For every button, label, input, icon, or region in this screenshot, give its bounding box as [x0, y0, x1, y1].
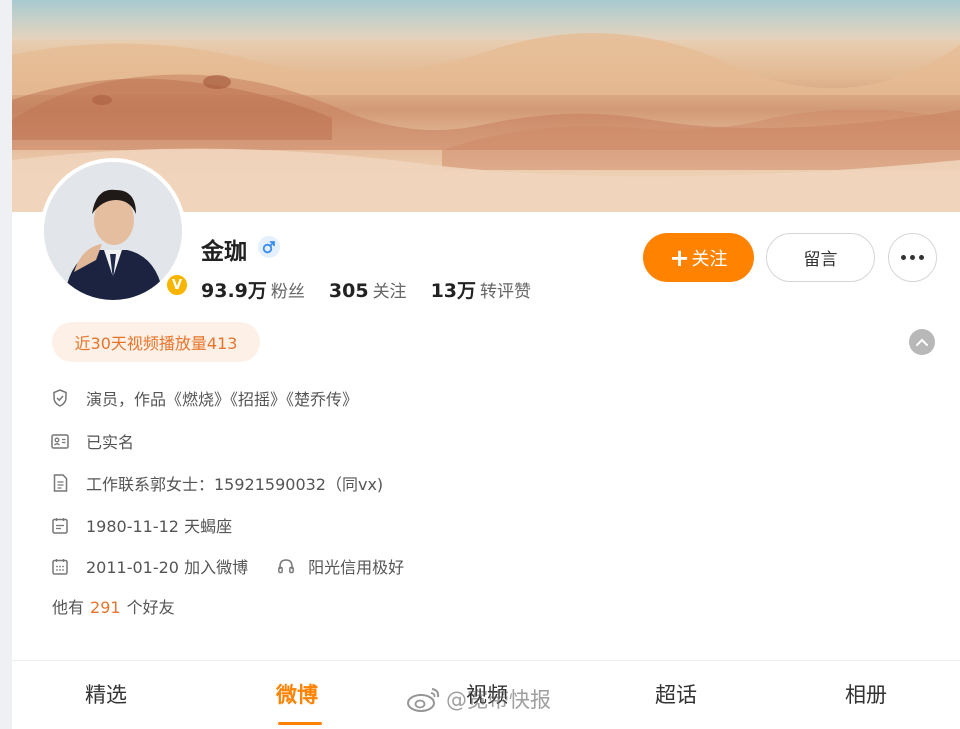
watermark-text: @宽带快报	[446, 688, 551, 712]
friends-prefix: 他有	[52, 598, 85, 617]
calendar-icon	[50, 515, 70, 535]
active-tab-indicator	[278, 722, 322, 725]
stat-interactions[interactable]: 13万 转评赞	[431, 276, 531, 303]
plus-icon: +	[669, 243, 690, 272]
info-text: 演员，作品《燃烧》《招摇》《楚乔传》	[86, 390, 359, 409]
credit-text[interactable]: 阳光信用极好	[308, 554, 404, 578]
friends-count-row[interactable]: 他有 291 个好友	[52, 594, 175, 618]
collapse-button[interactable]	[909, 329, 935, 355]
stat-followers[interactable]: 93.9万 粉丝	[201, 276, 305, 303]
info-row-contact: 工作联系郭女士：15921590032（同vx)	[50, 471, 383, 495]
dot-icon	[901, 255, 906, 260]
interactions-label: 转评赞	[480, 282, 532, 302]
following-count: 305	[328, 280, 369, 302]
video-views-pill[interactable]: 近30天视频播放量413	[52, 322, 260, 362]
headset-icon	[276, 556, 296, 576]
shield-check-icon	[50, 388, 70, 408]
friends-count: 291	[90, 598, 121, 617]
tab-weibo[interactable]: 微博	[276, 679, 318, 709]
message-button[interactable]: 留言	[766, 233, 875, 282]
dot-icon	[919, 255, 924, 260]
tab-featured[interactable]: 精选	[85, 679, 127, 709]
chevron-up-icon	[916, 338, 928, 346]
follow-label: 关注	[691, 248, 728, 270]
tab-album[interactable]: 相册	[845, 679, 887, 709]
weibo-logo-icon	[407, 688, 440, 712]
info-text: 2011-01-20 加入微博	[86, 558, 249, 577]
calendar-grid-icon	[50, 556, 70, 576]
profile-name: 金珈	[201, 239, 247, 265]
info-text: 1980-11-12 天蝎座	[86, 517, 233, 536]
profile-stats: 93.9万 粉丝 305 关注 13万 转评赞	[201, 276, 555, 303]
document-icon	[50, 473, 70, 493]
info-row-birthday: 1980-11-12 天蝎座	[50, 513, 232, 537]
id-card-icon	[50, 431, 70, 451]
friends-suffix: 个好友	[126, 598, 175, 617]
info-text: 工作联系郭女士：15921590032（同vx)	[86, 475, 384, 494]
info-row-joined: 2011-01-20 加入微博 阳光信用极好	[50, 554, 404, 578]
followers-label: 粉丝	[270, 282, 305, 302]
verified-badge-icon: V	[164, 272, 190, 298]
stat-following[interactable]: 305 关注	[329, 277, 407, 302]
interactions-count: 13万	[430, 280, 477, 302]
more-options-button[interactable]	[888, 233, 937, 282]
info-row-occupation: 演员，作品《燃烧》《招摇》《楚乔传》	[50, 386, 358, 410]
follow-button[interactable]: + 关注	[643, 233, 754, 282]
followers-count: 93.9万	[201, 280, 267, 302]
info-text: 已实名	[86, 433, 135, 452]
tab-super-topic[interactable]: 超话	[655, 679, 697, 709]
profile-card: V 金珈 93.9万 粉丝 305 关注 13万 转评赞 + 关注 留言 近30天视频播放…	[12, 0, 960, 729]
following-label: 关注	[372, 282, 407, 302]
watermark: @宽带快报	[406, 684, 551, 714]
dot-icon	[910, 255, 915, 260]
male-gender-icon	[258, 236, 280, 258]
info-row-verification: 已实名	[50, 429, 134, 453]
